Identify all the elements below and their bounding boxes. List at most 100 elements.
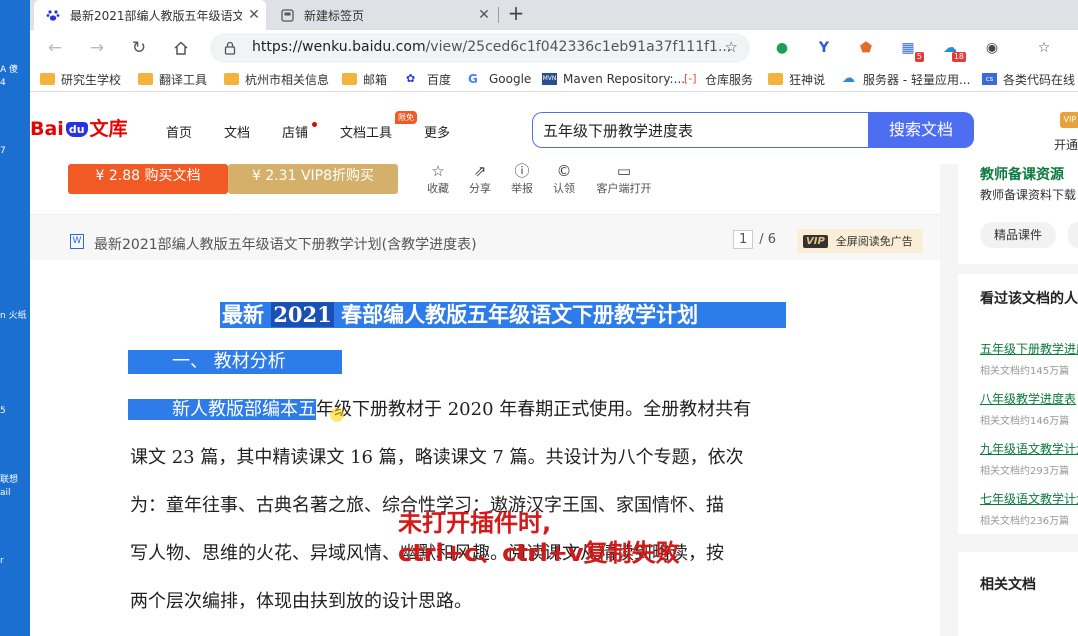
nav-home[interactable]: 首页 [166,122,192,141]
close-icon[interactable]: ✕ [242,7,266,23]
bookmark-item[interactable]: 研究生学校 [40,70,121,88]
bookmarks-bar: 研究生学校 翻译工具 杭州市相关信息 邮箱 ✿ 百度 G Google MVN Mav… [30,66,1078,92]
baidu-wenku-logo[interactable]: Bai du 文库 [30,114,128,141]
chip-more[interactable] [1068,222,1078,248]
viewed-doc-link[interactable]: 七年级语文教学计划 [980,490,1078,507]
vip-buy-button[interactable]: ¥ 2.31 VIP8折购买 [228,164,398,194]
tab-new-tab[interactable]: 新建标签页 ✕ [268,0,496,30]
word-doc-icon: W [70,234,84,249]
vip-badge: VIP [803,234,828,248]
document-heading: 最新 2021 春部编人教版五年级语文下册教学计划 [220,302,786,328]
nav-shop[interactable]: 店铺 [282,122,308,141]
back-arrow-icon[interactable]: ← [42,35,68,61]
promo-title[interactable]: 教师备课资源 [980,164,1064,184]
bookmark-star-icon[interactable]: ☆ [725,38,738,56]
newtab-page-icon [280,8,294,22]
desktop-fragment: A 傻 [0,65,19,75]
viewed-doc-link[interactable]: 五年级下册教学进度 [980,340,1078,357]
vip-open-link[interactable]: 开通 [1054,136,1078,153]
action-claim[interactable]: © 认领 [544,162,584,196]
desktop-fragment: n 火纸 [0,311,27,321]
desktop-background: A 傻 4 7 n 火纸 5 联想 ail r [0,0,30,636]
paragraph-line: 两个层次编排，体现由扶到放的设计思路。 [130,591,472,612]
puzzle-extension-icon[interactable]: ▦ 5 [898,38,924,62]
home-icon[interactable] [168,35,194,61]
bookmark-item[interactable]: cs 各类代码在线 [982,70,1075,88]
bookmark-item[interactable]: 邮箱 [342,70,387,88]
buy-document-button[interactable]: ¥ 2.88 购买文档 [68,164,228,194]
desktop-fragment: 7 [0,146,6,156]
browser-window: 最新2021部编人教版五年级语文 ✕ 新建标签页 ✕ + ← → ↻ https… [30,0,1078,636]
browser-toolbar: ← → ↻ https://wenku.baidu.com/view/25ced… [30,30,1078,66]
share-icon: ⇗ [473,162,487,180]
close-icon[interactable]: ✕ [472,7,496,23]
free-tag: 限免 [395,111,417,124]
reload-icon[interactable]: ↻ [126,35,152,61]
desktop-fragment: r [0,556,4,566]
nav-more[interactable]: 更多 [424,122,450,141]
total-pages: / 6 [759,232,777,247]
cloud-extension-icon[interactable]: ☁ 18 [940,38,966,62]
viewed-doc-count: 相关文档约145万篇 [980,366,1070,377]
bookmark-item[interactable]: G Google [468,70,531,88]
viewed-doc-count: 相关文档约146万篇 [980,416,1070,427]
page-indicator: 1 / 6 [733,230,776,249]
document-content[interactable]: 最新 2021 春部编人教版五年级语文下册教学计划 一、 教材分析 新人教版部编… [30,260,940,636]
bookmark-item[interactable]: MVN Maven Repository:... [542,70,685,88]
teacher-resources-card: 教师备课资源 教师备课资料下载 精品课件 [958,164,1078,264]
viewed-doc-count: 相关文档约236万篇 [980,516,1070,527]
desktop-fragment: 4 [0,78,6,88]
bookmark-item[interactable]: 杭州市相关信息 [224,70,329,88]
action-share[interactable]: ⇗ 分享 [460,162,500,196]
viewed-doc-link[interactable]: 九年级语文教学计划 [980,440,1078,457]
vip-crown-icon[interactable]: VIP [1060,112,1078,128]
evernote-extension-icon[interactable]: ● [772,38,792,58]
promo-subtitle: 教师备课资料下载 [980,188,1077,202]
folder-icon [40,73,55,85]
tab-strip: 最新2021部编人教版五年级语文 ✕ 新建标签页 ✕ + [30,0,1078,30]
desktop-fragment: 5 [0,406,6,416]
url-text: https://wenku.baidu.com/view/25ced6c1f04… [252,39,732,55]
shield-extension-icon[interactable]: ⬟ [856,38,876,58]
favorites-icon[interactable]: ☆ [1034,38,1054,58]
desktop-fragment: 联想 [0,475,19,485]
site-header: Baidu文库 首页 文档 店铺 文档工具 限免 更多 搜索文档 VIP 开通 [30,92,1078,164]
new-tab-plus-icon[interactable]: + [504,2,528,26]
viewed-documents-card: 看过该文档的人 五年级下册教学进度 相关文档约145万篇 八年级教学进度表 相关… [958,274,1078,534]
document-title: 最新2021部编人教版五年级语文下册教学计划(含教学进度表) [94,237,477,253]
chip-premium-courseware[interactable]: 精品课件 [980,222,1057,248]
bookmark-item[interactable]: 翻译工具 [138,70,207,88]
paragraph-line: 课文 23 篇，其中精读课文 16 篇，略读课文 7 篇。共设计为八个专题，依次 [130,447,744,468]
tab-baidu-wenku[interactable]: 最新2021部编人教版五年级语文 ✕ [34,0,266,30]
y-extension-icon[interactable]: Y [814,38,834,58]
current-page-input[interactable]: 1 [733,230,754,249]
bookmark-item[interactable]: 狂神说 [768,70,825,88]
paw-icon [46,8,60,22]
paragraph-line: 新人教版部编本五年级下册教材于 2020 年春期正式使用。全册教材共有 [128,386,842,434]
search-box [532,112,868,148]
copyright-icon: © [556,162,572,180]
ad-free-reading-button[interactable]: VIP 全屏阅读免广告 [797,229,923,253]
bookmark-item[interactable]: [-] 仓库服务 [684,70,753,88]
right-sidebar: 教师备课资源 教师备课资料下载 精品课件 看过该文档的人 五年级下册教学进度 相… [958,164,1078,636]
circle-extension-icon[interactable]: ◉ [982,38,1002,58]
nav-documents[interactable]: 文档 [224,122,250,141]
search-button[interactable]: 搜索文档 [868,112,974,148]
action-open-client[interactable]: ▭ 客户端打开 [586,162,662,196]
tab-separator [498,7,499,23]
action-report[interactable]: ⓘ 举报 [502,162,542,196]
viewed-doc-link[interactable]: 八年级教学进度表 [980,390,1076,407]
notification-dot [312,122,317,127]
folder-icon [342,73,357,85]
tab-title: 新建标签页 [304,8,365,23]
folder-icon [224,73,239,85]
action-favorite[interactable]: ☆ 收藏 [418,162,458,196]
bookmark-item[interactable]: ☁ 服务器 - 轻量应用... [842,70,970,88]
forward-arrow-icon[interactable]: → [84,35,110,61]
bookmark-item[interactable]: ✿ 百度 [406,70,451,88]
alert-icon: ⓘ [514,162,530,180]
section-heading: 一、 教材分析 [128,350,342,374]
nav-doc-tools[interactable]: 文档工具 [340,122,392,141]
address-bar[interactable]: https://wenku.baidu.com/view/25ced6c1f04… [210,33,750,63]
search-input[interactable] [533,113,853,147]
